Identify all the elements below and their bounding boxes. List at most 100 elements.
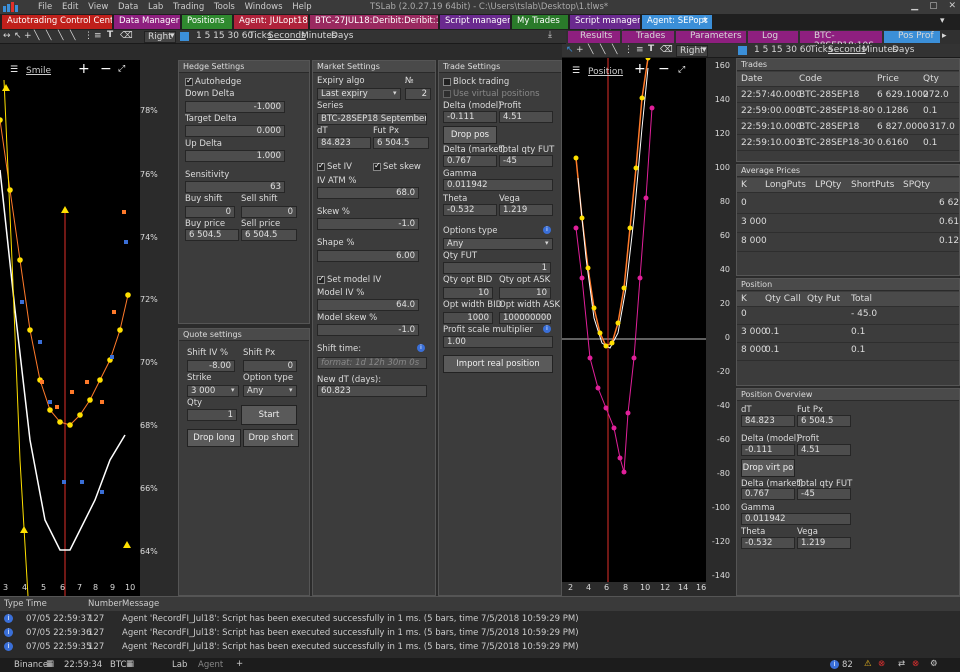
column-header[interactable]: Price xyxy=(877,74,899,84)
menu-view[interactable]: View xyxy=(88,2,108,12)
hline-tool-icon[interactable]: ⋮ xyxy=(624,45,633,55)
column-header[interactable]: Number xyxy=(88,599,122,609)
tabs-dropdown-icon[interactable]: ▾ xyxy=(940,16,945,26)
text-tool-icon[interactable]: T xyxy=(107,30,113,40)
tab-agent-jul[interactable]: Agent: JULopt18 xyxy=(234,15,308,29)
shift-px-input[interactable]: 0 xyxy=(243,360,297,372)
menu-lab[interactable]: Lab xyxy=(148,2,163,12)
eraser-icon[interactable]: ⌫ xyxy=(660,45,673,55)
status-agent[interactable]: Agent xyxy=(198,660,223,670)
tab-data-manager[interactable]: Data Manager xyxy=(114,15,180,29)
fib-tool-icon[interactable]: ≡ xyxy=(636,45,644,55)
log-row[interactable]: i 07/05 22:59:36 127 Agent 'RecordFI_Jul… xyxy=(0,626,960,640)
line-tool-icon[interactable]: ╲ xyxy=(588,45,593,55)
grid-icon[interactable]: ▦ xyxy=(46,659,54,669)
column-header[interactable]: Date xyxy=(741,74,763,84)
tab-pos-prof[interactable]: Pos Prof xyxy=(884,31,940,43)
warning-icon[interactable]: ⚠ xyxy=(864,659,872,669)
align-dropdown-icon[interactable]: ▾ xyxy=(702,45,707,55)
tab-my-trades[interactable]: My Trades xyxy=(512,15,568,29)
column-header[interactable]: Qty Put xyxy=(807,294,840,304)
table-row[interactable]: 0 - 45.0 xyxy=(737,307,959,325)
tab-btc-jul[interactable]: BTC-27JUL18:Deribit:Deribit:1M xyxy=(310,15,438,29)
ray-tool-icon[interactable]: ╲ xyxy=(600,45,605,55)
model-skew-input[interactable]: -1.0 xyxy=(317,324,419,336)
tab-results[interactable]: Results xyxy=(568,31,620,43)
period-buttons[interactable]: 1 5 15 30 60 xyxy=(196,31,253,41)
drop-pos-button[interactable]: Drop pos xyxy=(443,126,497,144)
up-delta-input[interactable]: 1.000 xyxy=(185,150,285,162)
channel-tool-icon[interactable]: ╲ xyxy=(70,31,75,41)
tab-trades[interactable]: Trades xyxy=(622,31,674,43)
drop-long-button[interactable]: Drop long xyxy=(187,429,241,447)
block-trading-checkbox[interactable] xyxy=(443,78,451,86)
crosshair-icon[interactable]: + xyxy=(24,31,32,41)
zoom-in-icon[interactable]: + xyxy=(78,61,90,77)
add-tab-icon[interactable]: + xyxy=(236,659,243,669)
column-header[interactable]: Qty Call xyxy=(765,294,801,304)
fit-icon[interactable]: ⤢ xyxy=(118,64,125,74)
tab-script-manager-2[interactable]: Script manager xyxy=(570,15,640,29)
shift-time-input[interactable]: format: 1d 12h 30m 0s xyxy=(317,357,427,369)
shape-input[interactable]: 6.00 xyxy=(317,250,419,262)
fit-icon[interactable]: ⤢ xyxy=(678,65,685,75)
position-chart[interactable]: ☰ Position + − ⤢ xyxy=(562,55,706,582)
minimize-icon[interactable]: ▁ xyxy=(911,1,918,11)
days-button[interactable]: Days xyxy=(892,45,914,55)
menu-windows[interactable]: Windows xyxy=(245,2,283,12)
text-tool-icon[interactable]: T xyxy=(648,44,654,54)
table-row[interactable]: 8 000 0.1 0.1 xyxy=(737,343,959,361)
menu-data[interactable]: Data xyxy=(118,2,138,12)
down-delta-input[interactable]: -1.000 xyxy=(185,101,285,113)
line-tool-icon[interactable]: ╲ xyxy=(34,31,39,41)
qty-input[interactable]: 1 xyxy=(187,409,237,421)
info-icon[interactable]: i xyxy=(417,344,425,352)
info-icon[interactable]: i xyxy=(543,226,551,234)
zoom-out-icon[interactable]: − xyxy=(658,61,670,77)
trend-tool-icon[interactable]: ╲ xyxy=(612,45,617,55)
cursor-icon[interactable]: ↖ xyxy=(14,31,22,41)
autohedge-checkbox[interactable] xyxy=(185,76,193,86)
ray-tool-icon[interactable]: ╲ xyxy=(46,31,51,41)
qty-ask-input[interactable]: 10 xyxy=(499,287,551,299)
log-row[interactable]: i 07/05 22:59:35 127 Agent 'RecordFI_Jul… xyxy=(0,640,960,654)
period-buttons[interactable]: 1 5 15 30 60 xyxy=(754,45,811,55)
tab-btc-sep[interactable]: BTC-28SEP18:10S xyxy=(800,31,882,51)
close-icon[interactable]: ✕ xyxy=(948,1,956,11)
info-icon[interactable]: i xyxy=(543,325,551,333)
fib-tool-icon[interactable]: ≡ xyxy=(94,31,102,41)
profit-scale-input[interactable]: 1.00 xyxy=(443,336,553,348)
column-header[interactable]: Qty xyxy=(923,74,939,84)
qty-fut-input[interactable]: 1 xyxy=(443,262,551,274)
table-row[interactable]: 22:59:10.000 BTC-28SEP18 6 827.0000 - 31… xyxy=(737,120,959,135)
tab-positions[interactable]: Positions xyxy=(182,15,232,29)
crosshair-icon[interactable]: + xyxy=(576,45,584,55)
menu-help[interactable]: Help xyxy=(292,2,311,12)
tabs-more-icon[interactable]: ▸ xyxy=(942,31,947,41)
smile-chart[interactable]: ☰ Smile + − ⤢ xyxy=(0,60,140,597)
zoom-in-icon[interactable]: + xyxy=(634,61,646,77)
set-iv-checkbox[interactable] xyxy=(317,161,325,171)
chevron-down-icon[interactable]: ▾ xyxy=(231,386,235,394)
error-icon[interactable]: ⊗ xyxy=(878,659,885,669)
column-header[interactable]: SPQty xyxy=(903,180,930,190)
column-header[interactable]: ShortPuts xyxy=(851,180,894,190)
column-header[interactable]: Type xyxy=(4,599,24,609)
eraser-icon[interactable]: ⌫ xyxy=(120,31,133,41)
buy-shift-input[interactable]: 0 xyxy=(185,206,235,218)
sell-shift-input[interactable]: 0 xyxy=(241,206,297,218)
width-bid-input[interactable]: 1000 xyxy=(443,312,493,324)
settings-icon[interactable]: ⚙ xyxy=(930,659,938,669)
hline-tool-icon[interactable]: ⋮ xyxy=(84,31,93,41)
drop-short-button[interactable]: Drop short xyxy=(243,429,299,447)
color-swatch-icon[interactable] xyxy=(738,46,747,55)
tab-log[interactable]: Log xyxy=(748,31,798,43)
drop-virtual-position-button[interactable]: Drop virt po xyxy=(741,459,795,477)
sensitivity-input[interactable]: 63 xyxy=(185,181,285,193)
qty-bid-input[interactable]: 10 xyxy=(443,287,493,299)
info-icon[interactable]: i xyxy=(830,660,839,669)
maximize-icon[interactable]: ▢ xyxy=(929,1,938,11)
use-virtual-checkbox[interactable] xyxy=(443,90,451,98)
zoom-out-icon[interactable]: − xyxy=(100,61,112,77)
table-row[interactable]: 22:59:10.003 BTC-28SEP18-3000-C 0.6160 0… xyxy=(737,136,959,151)
